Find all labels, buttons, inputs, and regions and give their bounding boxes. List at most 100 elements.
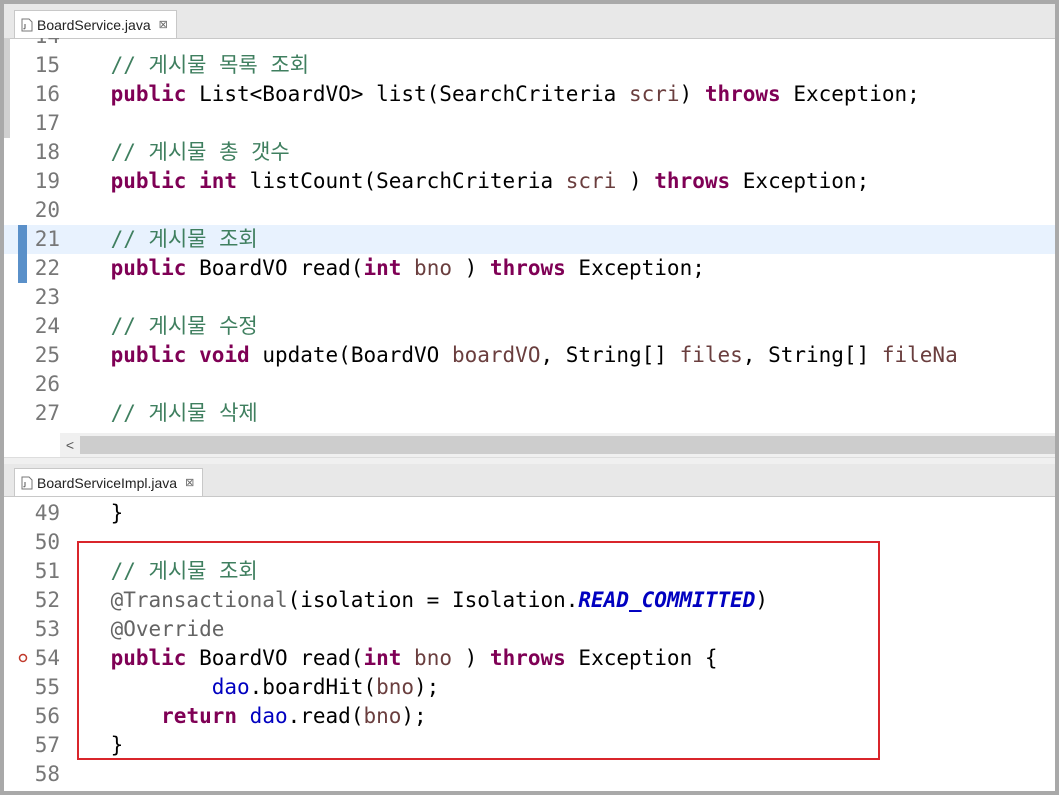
scrollbar-thumb[interactable] xyxy=(80,436,1055,454)
code-line[interactable]: 55 dao.boardHit(bno); xyxy=(4,673,1055,702)
code-token: throws xyxy=(654,169,731,193)
code-token: throws xyxy=(489,646,566,670)
code-token: public xyxy=(110,256,187,280)
line-number: 16 xyxy=(34,82,60,106)
code-token: scri xyxy=(565,169,617,193)
code-line[interactable]: 19 public int listCount(SearchCriteria s… xyxy=(4,167,1055,196)
line-number: 57 xyxy=(34,733,60,757)
tab-boardserviceimpl-java[interactable]: BoardServiceImpl.java ⊠ xyxy=(14,468,204,496)
code-line[interactable]: 23 xyxy=(4,283,1055,312)
code-token: files xyxy=(679,343,743,367)
code-line[interactable]: 20 xyxy=(4,196,1055,225)
code-token: void xyxy=(199,343,250,367)
bottom-code-area[interactable]: 49 } 50 51 // 게시물 조회 52 @Transactional(isol… xyxy=(4,496,1055,791)
code-line[interactable]: 56 return dao.read(bno); xyxy=(4,702,1055,731)
code-token: dao xyxy=(211,675,250,699)
code-token: public xyxy=(110,343,187,367)
code-text: public int listCount(SearchCriteria scri… xyxy=(60,167,870,196)
code-token: , String[] xyxy=(540,343,680,367)
code-token: } xyxy=(60,733,124,757)
code-line[interactable]: 53 @Override xyxy=(4,615,1055,644)
code-token: throws xyxy=(489,256,566,280)
close-icon[interactable]: ⊠ xyxy=(185,476,194,489)
code-line[interactable]: 22 public BoardVO read(int bno ) throws … xyxy=(4,254,1055,283)
tab-label: BoardService.java xyxy=(37,16,151,33)
code-line[interactable]: 54 public BoardVO read(int bno ) throws … xyxy=(4,644,1055,673)
code-token: int xyxy=(363,646,402,670)
line-number: 22 xyxy=(34,256,60,280)
code-line[interactable]: 51 // 게시물 조회 xyxy=(4,557,1055,586)
code-text: // 게시물 조회 xyxy=(60,225,258,254)
top-code-area[interactable]: 1415 // 게시물 목록 조회16 public List<BoardVO>… xyxy=(4,38,1055,433)
line-number: 14 xyxy=(4,38,60,51)
code-line[interactable]: 15 // 게시물 목록 조회 xyxy=(4,51,1055,80)
line-number: 18 xyxy=(34,140,60,164)
code-line[interactable]: 24 // 게시물 수정 xyxy=(4,312,1055,341)
code-token: @Transactional xyxy=(110,588,288,612)
line-number: 58 xyxy=(34,762,60,786)
code-line[interactable]: 50 xyxy=(4,528,1055,557)
line-number: 53 xyxy=(34,617,60,641)
line-number: 17 xyxy=(34,111,60,135)
code-token: ) xyxy=(451,256,490,280)
code-text: } xyxy=(60,499,124,528)
code-line[interactable]: 16 public List<BoardVO> list(SearchCrite… xyxy=(4,80,1055,109)
code-line[interactable]: 58 xyxy=(4,760,1055,789)
code-token: ); xyxy=(414,675,440,699)
top-editor-pane: BoardService.java ⊠ 1415 // 게시물 목록 조회16 … xyxy=(4,4,1055,464)
code-token: bno xyxy=(376,675,415,699)
code-line[interactable]: 57 } xyxy=(4,731,1055,760)
line-number: 51 xyxy=(34,559,60,583)
scroll-left-icon[interactable]: < xyxy=(60,433,80,457)
code-line[interactable]: 27 // 게시물 삭제 xyxy=(4,399,1055,428)
code-token: (isolation = Isolation. xyxy=(287,588,579,612)
code-text: } xyxy=(60,731,124,760)
code-line[interactable]: 18 // 게시물 총 갯수 xyxy=(4,138,1055,167)
code-token: bno xyxy=(414,646,452,670)
code-text: public void update(BoardVO boardVO, Stri… xyxy=(60,341,958,370)
code-token: public xyxy=(110,82,187,106)
code-token: // 게시물 총 갯수 xyxy=(110,140,290,164)
code-line[interactable]: 52 @Transactional(isolation = Isolation.… xyxy=(4,586,1055,615)
code-token: // 게시물 삭제 xyxy=(110,401,258,425)
line-number: 52 xyxy=(34,588,60,612)
code-line[interactable]: 25 public void update(BoardVO boardVO, S… xyxy=(4,341,1055,370)
code-token: // 게시물 조회 xyxy=(110,559,258,583)
pane-splitter[interactable] xyxy=(4,457,1055,464)
code-line[interactable]: 21 // 게시물 조회 xyxy=(4,225,1055,254)
tab-boardservice-java[interactable]: BoardService.java ⊠ xyxy=(14,10,177,38)
code-line[interactable]: 26 xyxy=(4,370,1055,399)
line-number: 20 xyxy=(34,198,60,222)
code-text: dao.boardHit(bno); xyxy=(60,673,440,702)
code-line[interactable]: 14 xyxy=(4,38,1055,51)
code-token: .boardHit( xyxy=(249,675,377,699)
line-number: 15 xyxy=(34,53,60,77)
code-text: // 게시물 총 갯수 xyxy=(60,138,290,167)
code-token: , String[] xyxy=(742,343,882,367)
line-number: 55 xyxy=(34,675,60,699)
code-token: boardVO xyxy=(451,343,541,367)
code-line[interactable]: 49 } xyxy=(4,499,1055,528)
line-number: 50 xyxy=(34,530,60,554)
code-text: // 게시물 목록 조회 xyxy=(60,51,309,80)
code-token: BoardVO read( xyxy=(186,646,364,670)
code-token: Exception; xyxy=(780,82,920,106)
code-token: } xyxy=(60,501,124,525)
top-tab-bar: BoardService.java ⊠ xyxy=(4,4,1055,39)
close-icon[interactable]: ⊠ xyxy=(159,18,168,31)
code-token: throws xyxy=(704,82,781,106)
horizontal-scrollbar[interactable]: < xyxy=(60,433,1055,457)
code-token: listCount(SearchCriteria xyxy=(237,169,566,193)
code-line[interactable]: 17 xyxy=(4,109,1055,138)
code-token: @Override xyxy=(110,617,225,641)
line-number: 26 xyxy=(34,372,60,396)
